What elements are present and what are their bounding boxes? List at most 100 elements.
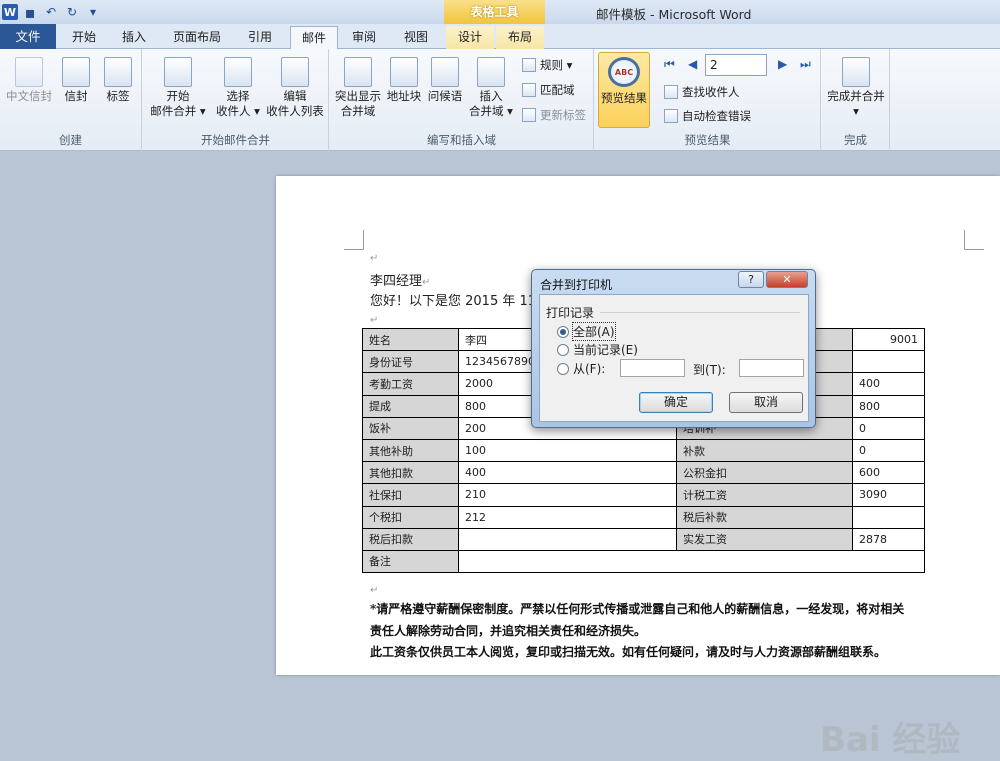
tab-file[interactable]: 文件: [0, 24, 56, 49]
document-area[interactable]: ↵ 李四经理↵ 您好！以下是您 2015 年 11 ↵ 姓名 李四 9001 身份证号…: [0, 152, 1000, 760]
redo-icon[interactable]: ↻: [63, 3, 81, 21]
start-mail-merge-button[interactable]: 开始 邮件合并 ▾: [147, 57, 209, 119]
radio-all[interactable]: 全部(A): [557, 322, 616, 341]
envelopes-button[interactable]: 信封: [56, 57, 96, 104]
radio-current-record[interactable]: 当前记录(E): [557, 341, 638, 358]
group-label: 预览结果: [684, 133, 731, 147]
edit-recipient-list-button[interactable]: 编辑 收件人列表: [263, 57, 327, 119]
address-block-button[interactable]: 地址块: [384, 57, 424, 104]
auto-check-errors-button[interactable]: 自动检查错误: [664, 108, 751, 124]
last-record-icon[interactable]: ⏭: [800, 57, 811, 72]
field-label-cell[interactable]: 税后扣款: [362, 527, 459, 551]
radio-from[interactable]: 从(F):: [557, 360, 605, 377]
field-label-cell[interactable]: 饭补: [362, 416, 459, 440]
insert-merge-field-button[interactable]: 插入 合并域 ▾: [466, 57, 516, 119]
tab-layout[interactable]: 布局: [496, 26, 544, 49]
field-label-cell[interactable]: 实发工资: [676, 527, 853, 551]
field-value-cell[interactable]: [852, 350, 925, 374]
table-row: 社保扣 210 计税工资 3090: [362, 483, 925, 507]
preview-results-button[interactable]: ABC 预览结果: [598, 52, 650, 128]
help-button[interactable]: ?: [738, 271, 764, 288]
merge-to-printer-dialog: 合并到打印机 ? ✕ 打印记录 全部(A) 当前记录(E) 从(F): 到(T)…: [531, 269, 816, 428]
undo-icon[interactable]: ↶: [42, 3, 60, 21]
field-value-cell[interactable]: 3090: [852, 483, 925, 507]
close-button[interactable]: ✕: [766, 271, 808, 288]
highlight-merge-fields-button[interactable]: 突出显示 合并域: [332, 57, 384, 119]
field-value-cell[interactable]: [458, 527, 677, 551]
to-input[interactable]: [739, 359, 804, 377]
watermark-logo: Bai 经验: [820, 720, 961, 760]
field-value-cell[interactable]: 100: [458, 438, 677, 463]
field-value-cell[interactable]: 800: [852, 394, 925, 418]
find-recipient-button[interactable]: 查找收件人: [664, 84, 740, 100]
field-label-cell[interactable]: 公积金扣: [676, 461, 853, 485]
update-labels-button[interactable]: 更新标签: [522, 107, 586, 123]
cancel-button[interactable]: 取消: [729, 392, 803, 413]
group-divider: [600, 312, 800, 313]
ok-button[interactable]: 确定: [639, 392, 713, 413]
match-fields-button[interactable]: 匹配域: [522, 82, 575, 98]
field-label-cell[interactable]: 考勤工资: [362, 372, 459, 396]
group-create: 中文信封 信封 标签 创建: [0, 49, 142, 151]
field-label-cell[interactable]: 其他扣款: [362, 461, 459, 485]
finish-merge-icon: [842, 57, 870, 87]
tab-home[interactable]: 开始: [62, 26, 106, 49]
save-icon[interactable]: ▪: [21, 3, 39, 22]
select-recipients-button[interactable]: 选择 收件人 ▾: [209, 57, 267, 119]
greeting-line-button[interactable]: 问候语: [424, 57, 466, 104]
next-record-icon[interactable]: ▶: [778, 57, 787, 71]
customize-qat-icon[interactable]: ▾: [84, 3, 102, 21]
word-logo-icon[interactable]: W: [2, 4, 18, 20]
field-value-cell[interactable]: 600: [852, 461, 925, 485]
title-bar: W ▪ ↶ ↻ ▾ 表格工具 邮件模板 - Microsoft Word: [0, 0, 1000, 24]
field-value-cell[interactable]: 0: [852, 416, 925, 440]
tab-references[interactable]: 引用: [238, 26, 282, 49]
paragraph-mark: ↵: [370, 253, 379, 264]
table-row: 其他扣款 400 公积金扣 600: [362, 461, 925, 485]
field-label-cell[interactable]: 个税扣: [362, 505, 459, 529]
field-value-cell[interactable]: 210: [458, 483, 677, 507]
table-row: 个税扣 212 税后补款: [362, 505, 925, 529]
from-input[interactable]: [620, 359, 685, 377]
tab-design[interactable]: 设计: [446, 26, 494, 49]
window-title: 邮件模板 - Microsoft Word: [596, 7, 752, 22]
edit-list-icon: [281, 57, 309, 87]
record-number-input[interactable]: 2: [705, 54, 767, 76]
tab-insert[interactable]: 插入: [112, 26, 156, 49]
field-label-cell[interactable]: 姓名: [362, 327, 459, 352]
field-label-cell[interactable]: 税后补款: [676, 505, 853, 529]
field-value-cell[interactable]: 2878: [852, 527, 925, 551]
chinese-envelope-button[interactable]: 中文信封: [4, 57, 54, 104]
tab-mailings[interactable]: 邮件: [290, 26, 338, 50]
field-value-cell[interactable]: 9001: [852, 327, 925, 352]
tab-page-layout[interactable]: 页面布局: [164, 26, 230, 49]
field-value-cell[interactable]: 0: [852, 438, 925, 463]
field-label-cell[interactable]: 计税工资: [676, 483, 853, 507]
rules-button[interactable]: 规则 ▾: [522, 57, 572, 73]
previous-record-icon[interactable]: ◀: [688, 57, 697, 71]
ribbon-tab-bar: 文件 开始 插入 页面布局 引用 邮件 审阅 视图 设计 布局: [0, 24, 1000, 50]
merge-field-icon: [477, 57, 505, 87]
labels-button[interactable]: 标签: [98, 57, 138, 104]
first-record-icon[interactable]: ⏮: [664, 57, 675, 72]
field-label-cell[interactable]: 补款: [676, 438, 853, 463]
field-value-cell[interactable]: [458, 549, 925, 574]
to-label: 到(T):: [693, 363, 726, 377]
field-value-cell[interactable]: 212: [458, 505, 677, 529]
field-label-cell[interactable]: 其他补助: [362, 438, 459, 463]
find-recipient-icon: [664, 85, 678, 99]
field-label-cell[interactable]: 备注: [362, 549, 459, 574]
check-errors-icon: [664, 109, 678, 123]
field-value-cell[interactable]: 400: [852, 372, 925, 396]
confidentiality-note-cont: 责任人解除劳动合同，并追究相关责任和经济损失。: [370, 624, 647, 638]
tab-review[interactable]: 审阅: [342, 26, 386, 49]
finish-merge-button[interactable]: 完成并合并 ▾: [824, 57, 888, 119]
field-label-cell[interactable]: 身份证号: [362, 350, 459, 374]
field-label-cell[interactable]: 社保扣: [362, 483, 459, 507]
field-label-cell[interactable]: 提成: [362, 394, 459, 418]
tab-view[interactable]: 视图: [394, 26, 438, 49]
field-value-cell[interactable]: 400: [458, 461, 677, 485]
field-value-cell[interactable]: [852, 505, 925, 529]
group-write-insert-fields: 突出显示 合并域 地址块 问候语 插入 合并域 ▾ 规则 ▾ 匹配域 更新标签 编写…: [330, 49, 594, 151]
table-tools-context-label: 表格工具: [444, 0, 545, 24]
